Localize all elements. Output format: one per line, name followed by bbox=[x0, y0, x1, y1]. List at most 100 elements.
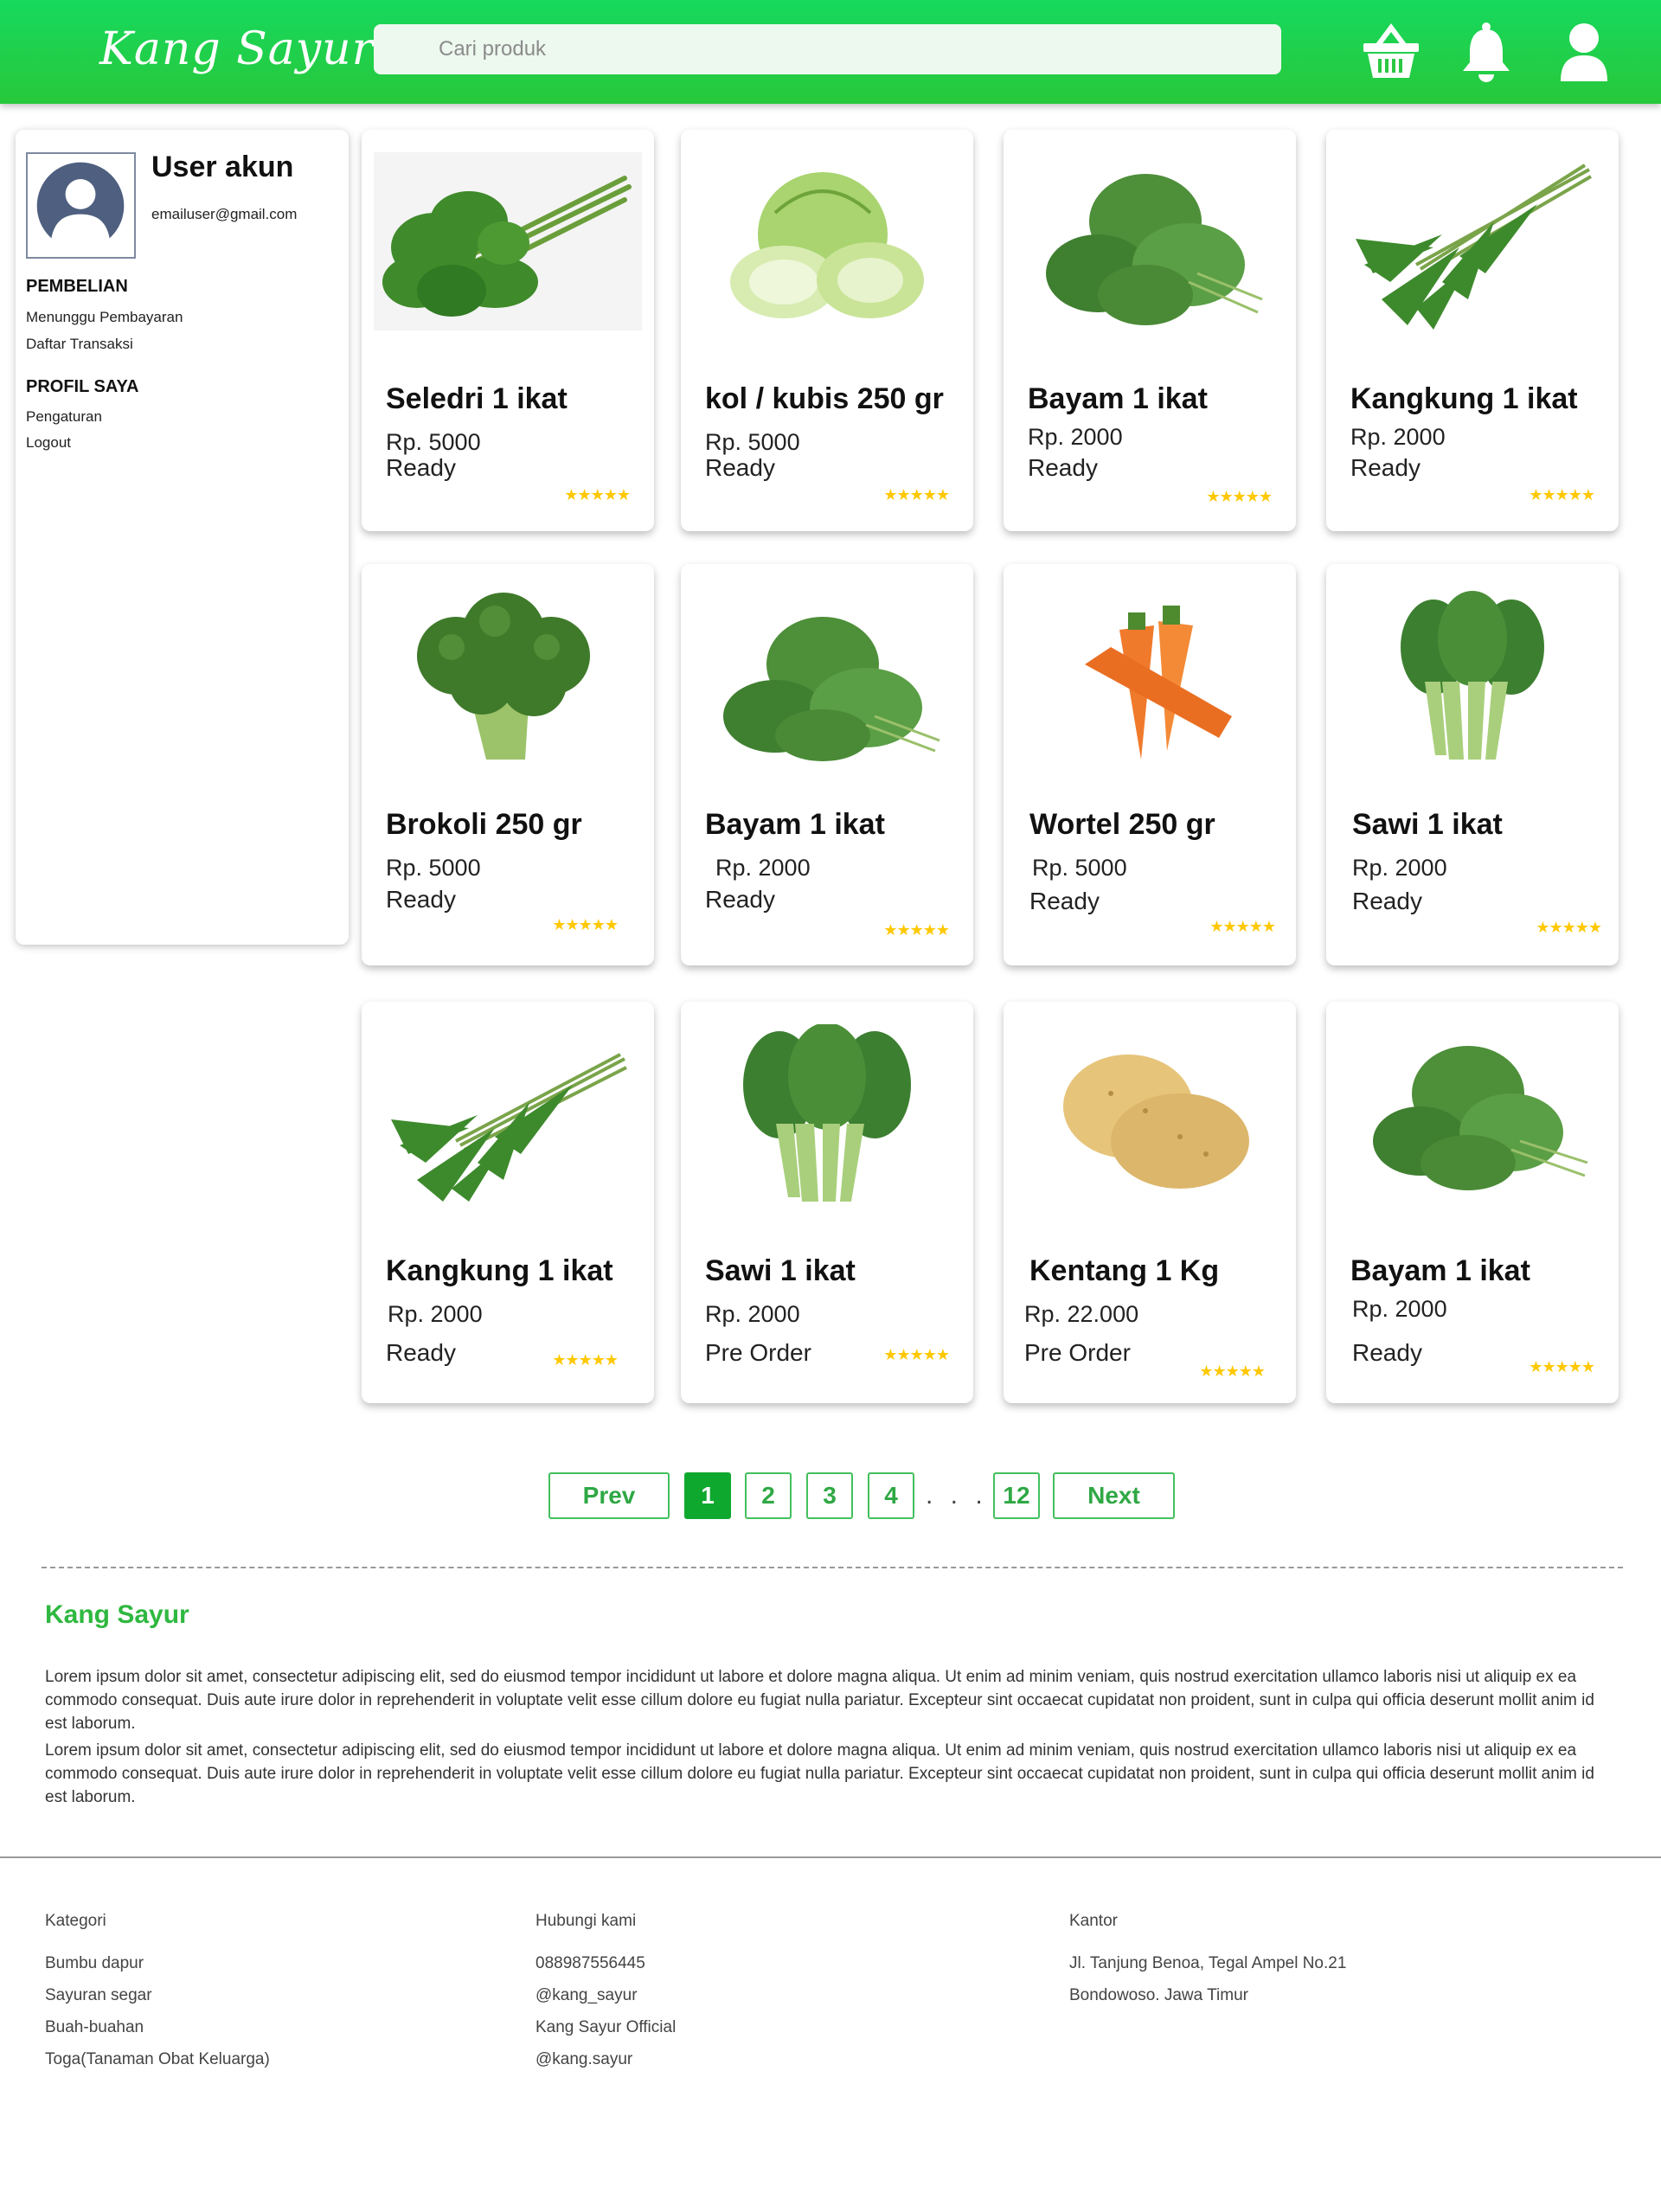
carrot-image bbox=[1016, 587, 1284, 765]
product-status: Ready bbox=[705, 454, 775, 481]
product-card[interactable]: Kangkung 1 ikat Rp. 2000 Ready ★★★★★ bbox=[362, 1002, 654, 1403]
product-status: Ready bbox=[705, 886, 775, 913]
broccoli-image bbox=[374, 587, 642, 765]
footer-heading: Hubungi kami bbox=[535, 1912, 637, 1930]
product-name[interactable]: Kangkung 1 ikat bbox=[1350, 382, 1578, 416]
footer-link[interactable]: Bumbu dapur bbox=[45, 1952, 270, 1984]
section-title-profil: PROFIL SAYA bbox=[26, 377, 139, 396]
product-status: Ready bbox=[386, 454, 456, 481]
product-name[interactable]: kol / kubis 250 gr bbox=[705, 382, 944, 416]
product-name[interactable]: Bayam 1 ikat bbox=[1350, 1254, 1530, 1288]
prev-page-button[interactable]: Prev bbox=[548, 1472, 670, 1519]
rating-stars: ★★★★★ bbox=[1199, 1362, 1266, 1380]
potato-image bbox=[1016, 1024, 1284, 1202]
product-name[interactable]: Sawi 1 ikat bbox=[1352, 808, 1503, 842]
user-name: User akun bbox=[151, 151, 294, 183]
product-status: Ready bbox=[1029, 888, 1100, 914]
product-name[interactable]: Sawi 1 ikat bbox=[705, 1254, 856, 1288]
product-name[interactable]: Bayam 1 ikat bbox=[1028, 382, 1208, 416]
avatar[interactable] bbox=[26, 152, 136, 259]
celery-image bbox=[374, 152, 642, 330]
rating-stars: ★★★★★ bbox=[883, 921, 950, 939]
next-page-button[interactable]: Next bbox=[1053, 1472, 1175, 1519]
product-card[interactable]: Sawi 1 ikat Rp. 2000 Pre Order ★★★★★ bbox=[681, 1002, 973, 1403]
product-card[interactable]: Brokoli 250 gr Rp. 5000 Ready ★★★★★ bbox=[362, 564, 654, 965]
page-3-button[interactable]: 3 bbox=[806, 1472, 853, 1519]
about-paragraph: Lorem ipsum dolor sit amet, consectetur … bbox=[45, 1741, 1594, 1806]
product-card[interactable]: Seledri 1 ikat Rp. 5000 Ready ★★★★★ bbox=[362, 130, 654, 531]
brand-logo[interactable]: Kang Sayur bbox=[99, 19, 375, 80]
product-price: Rp. 2000 bbox=[715, 855, 811, 881]
footer-kantor: Kantor Jl. Tanjung Benoa, Tegal Ampel No… bbox=[1069, 1912, 1346, 2016]
footer-social[interactable]: @kang_sayur bbox=[535, 1984, 676, 2016]
product-price: Rp. 2000 bbox=[1028, 424, 1123, 450]
product-name[interactable]: Kangkung 1 ikat bbox=[386, 1254, 613, 1288]
product-price: Rp. 2000 bbox=[705, 1301, 800, 1327]
product-name[interactable]: Bayam 1 ikat bbox=[705, 808, 885, 842]
spinach-image bbox=[1016, 152, 1284, 330]
about-paragraph: Lorem ipsum dolor sit amet, consectetur … bbox=[45, 1668, 1594, 1733]
top-header: Kang Sayur bbox=[0, 0, 1661, 104]
product-card[interactable]: Kangkung 1 ikat Rp. 2000 Ready ★★★★★ bbox=[1326, 130, 1619, 531]
product-price: Rp. 2000 bbox=[1350, 424, 1446, 450]
footer-phone[interactable]: 088987556445 bbox=[535, 1952, 676, 1984]
rating-stars: ★★★★★ bbox=[1209, 918, 1276, 935]
search-input[interactable] bbox=[374, 24, 1281, 74]
product-status: Ready bbox=[386, 886, 456, 913]
product-price: Rp. 2000 bbox=[1352, 1296, 1447, 1322]
product-card[interactable]: Wortel 250 gr Rp. 5000 Ready ★★★★★ bbox=[1004, 564, 1296, 965]
page-4-button[interactable]: 4 bbox=[868, 1472, 914, 1519]
product-name[interactable]: Wortel 250 gr bbox=[1029, 808, 1215, 842]
pagination-ellipsis: . . . bbox=[926, 1481, 988, 1510]
footer-link[interactable]: Sayuran segar bbox=[45, 1984, 270, 2016]
product-price: Rp. 5000 bbox=[705, 429, 800, 455]
cabbage-image bbox=[693, 152, 961, 330]
rating-stars: ★★★★★ bbox=[1536, 919, 1602, 936]
page-12-button[interactable]: 12 bbox=[993, 1472, 1040, 1519]
product-card[interactable]: Bayam 1 ikat Rp. 2000 Ready ★★★★★ bbox=[1004, 130, 1296, 531]
product-status: Ready bbox=[1350, 454, 1421, 481]
rating-stars: ★★★★★ bbox=[1206, 488, 1273, 505]
spinach-image bbox=[1338, 1024, 1606, 1202]
product-status: Pre Order bbox=[1024, 1339, 1131, 1366]
product-card[interactable]: Bayam 1 ikat Rp. 2000 Ready ★★★★★ bbox=[1326, 1002, 1619, 1403]
basket-icon[interactable] bbox=[1361, 21, 1421, 83]
user-email: emailuser@gmail.com bbox=[151, 206, 298, 222]
section-divider bbox=[42, 1567, 1623, 1568]
search-bar[interactable] bbox=[374, 24, 1281, 74]
footer-social[interactable]: Kang Sayur Official bbox=[535, 2016, 676, 2048]
product-name[interactable]: Seledri 1 ikat bbox=[386, 382, 568, 416]
footer-heading: Kantor bbox=[1069, 1912, 1118, 1930]
water-spinach-image bbox=[1338, 152, 1606, 330]
product-card[interactable]: kol / kubis 250 gr Rp. 5000 Ready ★★★★★ bbox=[681, 130, 973, 531]
product-price: Rp. 2000 bbox=[1352, 855, 1447, 881]
footer-heading: Kategori bbox=[45, 1912, 106, 1930]
section-title-pembelian: PEMBELIAN bbox=[26, 277, 128, 296]
product-price: Rp. 5000 bbox=[1032, 855, 1127, 881]
product-card[interactable]: Bayam 1 ikat Rp. 2000 Ready ★★★★★ bbox=[681, 564, 973, 965]
link-pengaturan[interactable]: Pengaturan bbox=[26, 408, 102, 426]
rating-stars: ★★★★★ bbox=[1529, 486, 1595, 503]
link-logout[interactable]: Logout bbox=[26, 434, 71, 452]
profile-sidebar: User akun emailuser@gmail.com PEMBELIAN … bbox=[16, 130, 349, 945]
page-2-button[interactable]: 2 bbox=[745, 1472, 792, 1519]
footer-social[interactable]: @kang.sayur bbox=[535, 2048, 676, 2080]
product-status: Ready bbox=[1352, 1339, 1422, 1366]
product-name[interactable]: Kentang 1 Kg bbox=[1029, 1254, 1219, 1288]
bell-icon[interactable] bbox=[1458, 21, 1515, 83]
product-name[interactable]: Brokoli 250 gr bbox=[386, 808, 582, 842]
product-status: Pre Order bbox=[705, 1339, 811, 1366]
product-card[interactable]: Sawi 1 ikat Rp. 2000 Ready ★★★★★ bbox=[1326, 564, 1619, 965]
user-icon[interactable] bbox=[1557, 21, 1611, 83]
link-menunggu-pembayaran[interactable]: Menunggu Pembayaran bbox=[26, 309, 183, 326]
rating-stars: ★★★★★ bbox=[1529, 1358, 1595, 1375]
page-1-button[interactable]: 1 bbox=[684, 1472, 731, 1519]
rating-stars: ★★★★★ bbox=[552, 1351, 619, 1369]
footer-link[interactable]: Buah-buahan bbox=[45, 2016, 270, 2048]
product-price: Rp. 5000 bbox=[386, 855, 481, 881]
link-daftar-transaksi[interactable]: Daftar Transaksi bbox=[26, 336, 133, 353]
footer-divider bbox=[0, 1856, 1661, 1858]
mustard-greens-image bbox=[1338, 587, 1606, 765]
footer-link[interactable]: Toga(Tanaman Obat Keluarga) bbox=[45, 2048, 270, 2080]
product-card[interactable]: Kentang 1 Kg Rp. 22.000 Pre Order ★★★★★ bbox=[1004, 1002, 1296, 1403]
